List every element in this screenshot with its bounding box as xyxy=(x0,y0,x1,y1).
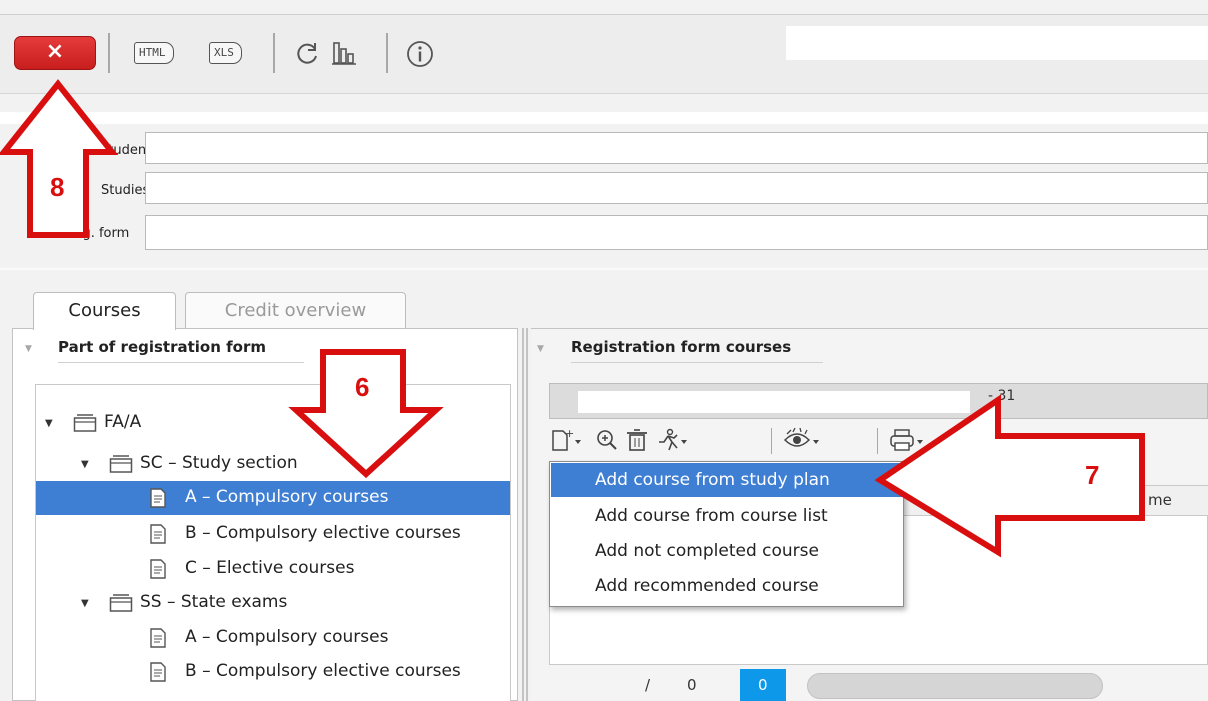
tab-courses[interactable]: Courses xyxy=(33,292,176,330)
export-xls-button[interactable]: XLS xyxy=(209,42,242,64)
trash-icon[interactable] xyxy=(625,428,649,457)
menu-item-add-recommended[interactable]: Add recommended course xyxy=(551,569,902,603)
reg-form-label: Reg. form xyxy=(66,226,130,241)
close-button[interactable]: × xyxy=(14,36,96,70)
pager-bar: / 0 0 xyxy=(549,669,1208,701)
tree-item-state-exams[interactable]: ▼ SS – State exams xyxy=(36,586,510,620)
menu-item-add-not-completed[interactable]: Add not completed course xyxy=(551,534,902,568)
menu-item-add-from-course-list[interactable]: Add course from course list xyxy=(551,499,902,533)
folder-icon xyxy=(73,413,97,437)
svg-text:+: + xyxy=(565,428,574,440)
running-man-icon[interactable] xyxy=(655,428,691,457)
collapse-arrow-icon[interactable]: ▼ xyxy=(25,344,32,354)
folder-icon xyxy=(109,454,133,478)
tree-item-fa-a[interactable]: ▼ FA/A xyxy=(36,406,510,440)
tree-item-compulsory-courses-sc[interactable]: A – Compulsory courses xyxy=(36,481,510,515)
registration-form-parts-panel: ▼ Part of registration form ▼ FA/A ▼ SC … xyxy=(12,328,518,701)
panel-splitter[interactable] xyxy=(522,328,528,701)
main-toolbar: × HTML XLS xyxy=(0,14,1208,94)
header-gap xyxy=(0,112,1208,124)
expand-toggle-icon[interactable]: ▼ xyxy=(45,418,53,429)
expand-toggle-icon[interactable]: ▼ xyxy=(81,459,89,470)
expand-toggle-icon[interactable]: ▼ xyxy=(81,598,89,609)
info-bar-field xyxy=(578,391,970,413)
tree-item-label: FA/A xyxy=(104,412,142,432)
reg-form-field[interactable] xyxy=(145,215,1208,250)
header-divider xyxy=(0,268,1208,270)
add-course-menu: Add course from study plan Add course fr… xyxy=(549,461,904,607)
tree-item-label: SS – State exams xyxy=(140,592,288,612)
pager-active-cell[interactable]: 0 xyxy=(740,669,786,701)
course-info-bar: - 31 xyxy=(549,383,1208,419)
tree-item-label: C – Elective courses xyxy=(185,558,355,578)
toolbar-separator xyxy=(386,33,388,73)
tree-item-compulsory-courses-ss[interactable]: A – Compulsory courses xyxy=(36,621,510,655)
collapse-arrow-icon[interactable]: ▼ xyxy=(537,344,544,354)
info-bar-text: - 31 xyxy=(988,388,1016,404)
pager-slash: / xyxy=(645,676,651,694)
toolbar-separator xyxy=(273,33,275,73)
toolbar-separator xyxy=(108,33,110,73)
column-header-name[interactable]: me xyxy=(1148,491,1172,509)
student-field[interactable] xyxy=(145,132,1208,164)
document-icon xyxy=(149,628,167,652)
studies-label: Studies xyxy=(101,183,150,198)
document-icon xyxy=(149,559,167,583)
document-icon xyxy=(149,662,167,686)
tree-item-label: B – Compulsory elective courses xyxy=(185,523,461,543)
toolbar-separator xyxy=(877,428,878,454)
right-panel-title: Registration form courses xyxy=(571,338,823,363)
document-icon xyxy=(149,488,167,512)
toolbar-search-field[interactable] xyxy=(786,26,1208,60)
tree-item-label: A – Compulsory courses xyxy=(185,627,389,647)
horizontal-scrollbar[interactable] xyxy=(807,673,1103,699)
pager-active-value: 0 xyxy=(758,676,768,694)
export-html-button[interactable]: HTML xyxy=(134,42,174,64)
tree-item-label: B – Compulsory elective courses xyxy=(185,661,461,681)
visibility-icon[interactable] xyxy=(783,427,825,457)
info-icon[interactable] xyxy=(405,39,435,73)
toolbar-separator xyxy=(771,428,772,454)
left-panel-title: Part of registration form xyxy=(58,338,304,363)
annotation-number-7: 7 xyxy=(1085,460,1100,490)
document-icon xyxy=(149,524,167,548)
menu-item-add-from-study-plan[interactable]: Add course from study plan xyxy=(551,463,902,497)
pager-value: 0 xyxy=(687,676,697,694)
new-document-icon[interactable]: + xyxy=(551,427,585,457)
tree-item-elective-sc[interactable]: C – Elective courses xyxy=(36,552,510,586)
studies-field[interactable] xyxy=(145,172,1208,204)
tab-credit-overview[interactable]: Credit overview xyxy=(185,292,406,330)
zoom-in-icon[interactable] xyxy=(595,428,619,457)
annotation-number-6: 6 xyxy=(355,372,370,402)
annotation-number-8: 8 xyxy=(50,172,65,202)
tree-item-compulsory-elective-sc[interactable]: B – Compulsory elective courses xyxy=(36,517,510,551)
tree-item-compulsory-elective-ss[interactable]: B – Compulsory elective courses xyxy=(36,655,510,689)
refresh-icon[interactable] xyxy=(293,39,321,71)
org-chart-icon[interactable] xyxy=(331,39,357,71)
tree-item-label: A – Compulsory courses xyxy=(185,487,389,507)
course-toolbar: + xyxy=(549,424,949,458)
print-icon[interactable] xyxy=(889,428,929,457)
folder-icon xyxy=(109,593,133,617)
tree-item-study-section[interactable]: ▼ SC – Study section xyxy=(36,447,510,481)
registration-form-tree: ▼ FA/A ▼ SC – Study section A – Compulso… xyxy=(35,384,511,701)
student-label: Student xyxy=(100,143,152,158)
tree-item-label: SC – Study section xyxy=(140,453,298,473)
